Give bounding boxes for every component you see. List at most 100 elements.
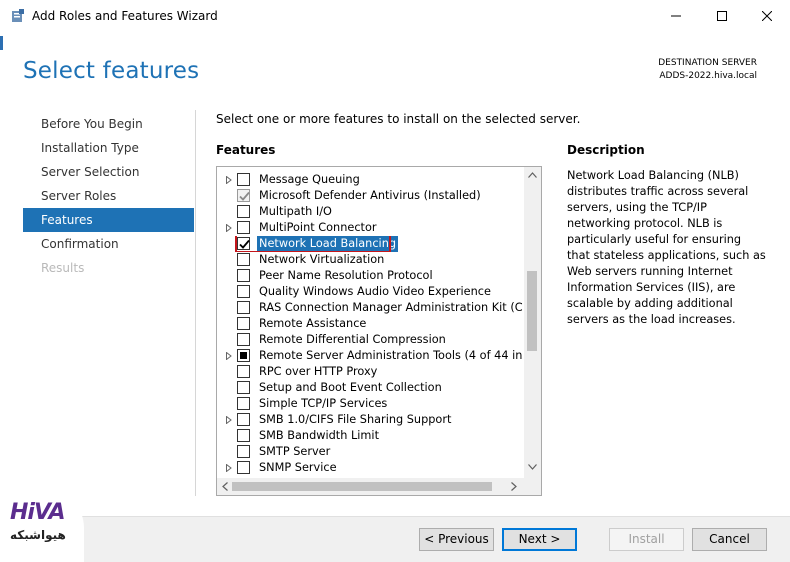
minimize-button[interactable] (653, 0, 699, 32)
feature-item[interactable]: Message Queuing (217, 172, 523, 188)
feature-item[interactable]: Microsoft Defender Antivirus (Installed) (217, 188, 523, 204)
feature-label: SMB 1.0/CIFS File Sharing Support (259, 413, 452, 426)
nav-item-results: Results (41, 261, 85, 275)
nav-divider (195, 110, 196, 496)
feature-checkbox[interactable] (237, 349, 250, 362)
feature-item[interactable]: Setup and Boot Event Collection (217, 380, 523, 396)
feature-item[interactable]: MultiPoint Connector (217, 220, 523, 236)
features-heading: Features (216, 143, 276, 157)
feature-label: Multipath I/O (259, 205, 332, 218)
feature-checkbox[interactable] (237, 461, 250, 474)
feature-item[interactable]: Remote Assistance (217, 316, 523, 332)
feature-label: Remote Differential Compression (259, 333, 446, 346)
vertical-scrollbar[interactable] (524, 167, 541, 478)
instruction-text: Select one or more features to install o… (216, 112, 581, 126)
scrollbar-corner (524, 478, 541, 495)
destination-server-label: DESTINATION SERVER (658, 58, 757, 68)
scroll-right-icon[interactable] (511, 482, 517, 491)
feature-checkbox[interactable] (237, 253, 250, 266)
vertical-scroll-thumb[interactable] (527, 271, 537, 351)
nav-item-confirmation[interactable]: Confirmation (23, 232, 194, 256)
feature-checkbox (237, 189, 250, 202)
next-button[interactable]: Next > (502, 528, 577, 551)
cancel-button[interactable]: Cancel (692, 528, 767, 551)
close-icon (762, 11, 772, 21)
feature-label: Setup and Boot Event Collection (259, 381, 442, 394)
feature-checkbox[interactable] (237, 445, 250, 458)
feature-label: Quality Windows Audio Video Experience (259, 285, 491, 298)
feature-item[interactable]: RAS Connection Manager Administration Ki… (217, 300, 523, 316)
horizontal-scroll-thumb[interactable] (232, 482, 492, 491)
feature-checkbox[interactable] (237, 285, 250, 298)
feature-label: Network Load Balancing (257, 236, 399, 252)
expand-arrow-icon[interactable] (226, 224, 232, 232)
horizontal-scrollbar[interactable] (217, 478, 524, 495)
maximize-button[interactable] (699, 0, 745, 32)
scroll-down-icon[interactable] (528, 464, 537, 470)
feature-label: SNMP Service (259, 461, 337, 474)
feature-label: SMTP Server (259, 445, 331, 458)
feature-checkbox[interactable] (237, 173, 250, 186)
previous-button[interactable]: < Previous (419, 528, 494, 551)
feature-checkbox[interactable] (237, 205, 250, 218)
feature-item[interactable]: RPC over HTTP Proxy (217, 364, 523, 380)
feature-label: Message Queuing (259, 173, 360, 186)
nav-item-before-you-begin[interactable]: Before You Begin (23, 112, 194, 136)
feature-item[interactable]: SMB 1.0/CIFS File Sharing Support (217, 412, 523, 428)
feature-item[interactable]: Simple TCP/IP Services (217, 396, 523, 412)
feature-checkbox[interactable] (237, 317, 250, 330)
feature-item[interactable]: Remote Server Administration Tools (4 of… (217, 348, 523, 364)
feature-label: Network Virtualization (259, 253, 385, 266)
feature-checkbox[interactable] (237, 221, 250, 234)
features-list: Message Queuing Microsoft Defender Antivi… (217, 172, 523, 476)
close-button[interactable] (744, 0, 790, 32)
checkmark-icon (239, 191, 250, 201)
feature-item[interactable]: Network Load Balancing (217, 236, 523, 252)
feature-checkbox[interactable] (237, 397, 250, 410)
nav-item-server-roles[interactable]: Server Roles (23, 184, 194, 208)
feature-checkbox[interactable] (237, 429, 250, 442)
feature-label: RAS Connection Manager Administration Ki… (259, 301, 523, 314)
feature-label: Peer Name Resolution Protocol (259, 269, 433, 282)
feature-item[interactable]: SNMP Service (217, 460, 523, 476)
scroll-up-icon[interactable] (528, 172, 537, 178)
feature-label: Microsoft Defender Antivirus (Installed) (259, 189, 481, 202)
feature-label: RPC over HTTP Proxy (259, 365, 378, 378)
feature-checkbox[interactable] (237, 413, 250, 426)
nav-item-installation-type[interactable]: Installation Type (23, 136, 194, 160)
feature-item[interactable]: SMTP Server (217, 444, 523, 460)
feature-checkbox[interactable] (237, 333, 250, 346)
feature-item[interactable]: Peer Name Resolution Protocol (217, 268, 523, 284)
feature-item[interactable]: Multipath I/O (217, 204, 523, 220)
feature-item[interactable]: Quality Windows Audio Video Experience (217, 284, 523, 300)
scroll-left-icon[interactable] (222, 482, 228, 491)
expand-arrow-icon[interactable] (226, 416, 232, 424)
feature-checkbox[interactable] (237, 301, 250, 314)
expand-arrow-icon[interactable] (226, 464, 232, 472)
feature-item[interactable]: SMB Bandwidth Limit (217, 428, 523, 444)
feature-item[interactable]: Remote Differential Compression (217, 332, 523, 348)
expand-arrow-icon[interactable] (226, 352, 232, 360)
feature-label: Remote Assistance (259, 317, 367, 330)
feature-checkbox[interactable] (237, 381, 250, 394)
logo-subtitle: هیواشبکه (10, 528, 66, 542)
feature-label: MultiPoint Connector (259, 221, 377, 234)
checkmark-icon (239, 239, 250, 249)
nav-item-server-selection[interactable]: Server Selection (23, 160, 194, 184)
logo-mark: HiVA (10, 500, 66, 525)
window-title: Add Roles and Features Wizard (32, 9, 218, 23)
feature-checkbox[interactable] (237, 365, 250, 378)
features-tree[interactable]: Message Queuing Microsoft Defender Antivi… (216, 166, 542, 496)
minimize-icon (671, 15, 681, 17)
expand-arrow-icon[interactable] (226, 176, 232, 184)
feature-checkbox[interactable] (237, 237, 250, 250)
install-button: Install (609, 528, 684, 551)
description-heading: Description (567, 143, 645, 157)
nav-item-features[interactable]: Features (23, 208, 194, 232)
feature-label: Simple TCP/IP Services (259, 397, 388, 410)
feature-item[interactable]: Network Virtualization (217, 252, 523, 268)
title-bar: Add Roles and Features Wizard (0, 0, 790, 32)
feature-checkbox[interactable] (237, 269, 250, 282)
page-title: Select features (23, 58, 200, 84)
feature-label: Remote Server Administration Tools (4 of… (259, 349, 523, 362)
